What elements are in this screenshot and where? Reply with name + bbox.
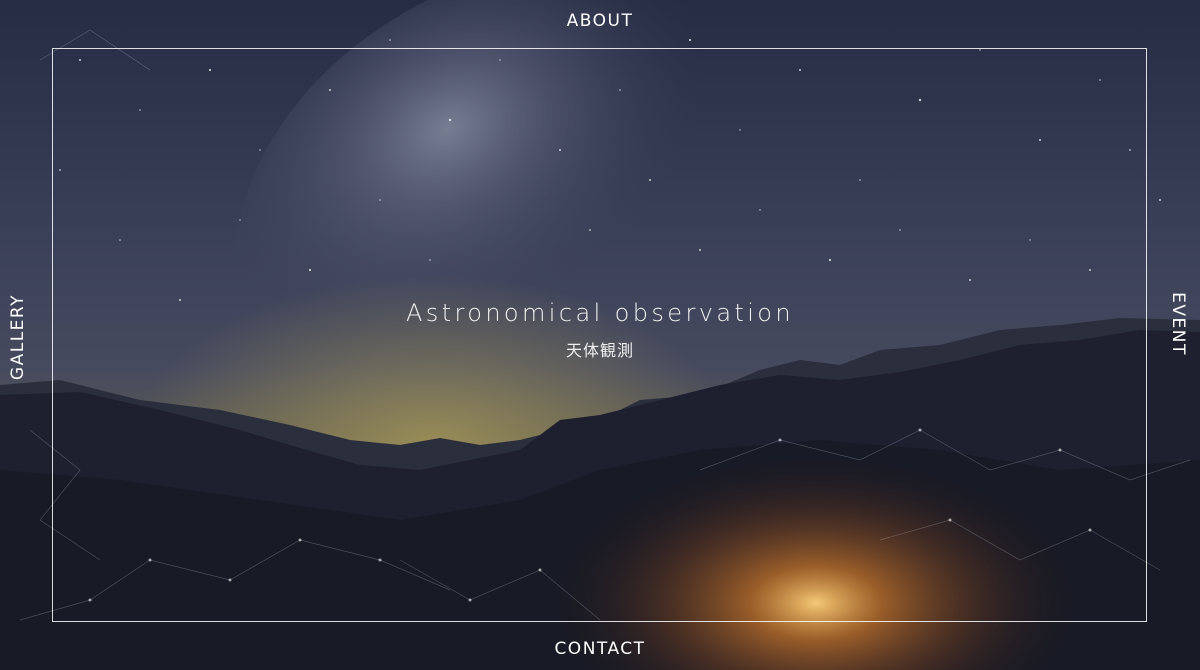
nav-contact-link[interactable]: CONTACT bbox=[0, 639, 1200, 659]
nav-about-link[interactable]: ABOUT bbox=[0, 11, 1200, 31]
nav-about-label: ABOUT bbox=[566, 11, 634, 31]
hero-title: Astronomical observation bbox=[405, 299, 795, 327]
hero-subtitle: 天体観測 bbox=[565, 341, 634, 360]
nav-contact-label: CONTACT bbox=[554, 639, 646, 659]
hero-heading: Astronomical observation 天体観測 bbox=[0, 296, 1200, 362]
hero-stage: ABOUT GALLERY EVENT CONTACT Astronomical… bbox=[0, 0, 1200, 670]
